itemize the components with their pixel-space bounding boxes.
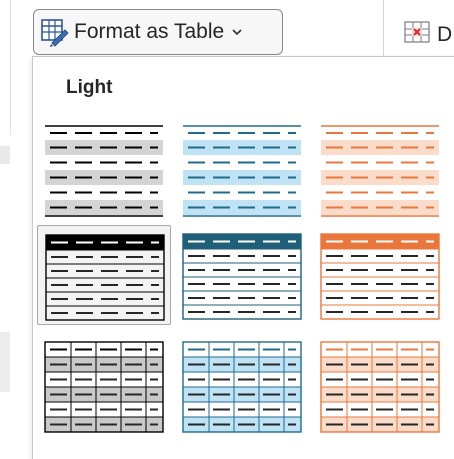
format-as-table-button[interactable]: Format as Table bbox=[33, 9, 283, 55]
table-delete-icon bbox=[403, 20, 433, 51]
table-styles-gallery: Light bbox=[32, 56, 454, 459]
section-title-light: Light bbox=[66, 77, 113, 98]
table-style-thumbnail bbox=[182, 341, 302, 433]
divider bbox=[10, 0, 11, 135]
background-strip bbox=[0, 332, 10, 392]
background-strip bbox=[0, 146, 10, 164]
table-style-thumbnail bbox=[320, 233, 440, 320]
delete-button-label: D bbox=[437, 23, 453, 46]
table-style-thumbnail bbox=[321, 125, 439, 217]
table-style-thumbnail bbox=[45, 125, 163, 217]
format-as-table-label: Format as Table bbox=[74, 20, 225, 43]
table-style-light-8[interactable] bbox=[37, 225, 171, 325]
chevron-down-icon bbox=[230, 25, 244, 39]
table-style-thumbnail bbox=[320, 341, 440, 433]
table-style-light-16[interactable] bbox=[175, 333, 309, 433]
format-as-table-icon bbox=[40, 17, 70, 47]
table-style-thumbnail bbox=[45, 234, 165, 321]
delete-button[interactable]: D bbox=[403, 20, 454, 50]
table-style-thumbnail bbox=[182, 233, 302, 320]
ribbon-divider bbox=[383, 0, 384, 56]
table-style-light-15[interactable] bbox=[37, 333, 171, 433]
table-style-light-10[interactable] bbox=[313, 225, 447, 325]
table-style-thumbnail bbox=[183, 125, 301, 217]
table-style-light-3[interactable] bbox=[313, 117, 447, 217]
table-style-thumbnail bbox=[44, 341, 164, 433]
excel-ribbon-area: Format as Table D Light bbox=[0, 0, 454, 459]
table-style-light-17[interactable] bbox=[313, 333, 447, 433]
table-style-light-2[interactable] bbox=[175, 117, 309, 217]
table-style-light-1[interactable] bbox=[37, 117, 171, 217]
table-style-light-9[interactable] bbox=[175, 225, 309, 325]
